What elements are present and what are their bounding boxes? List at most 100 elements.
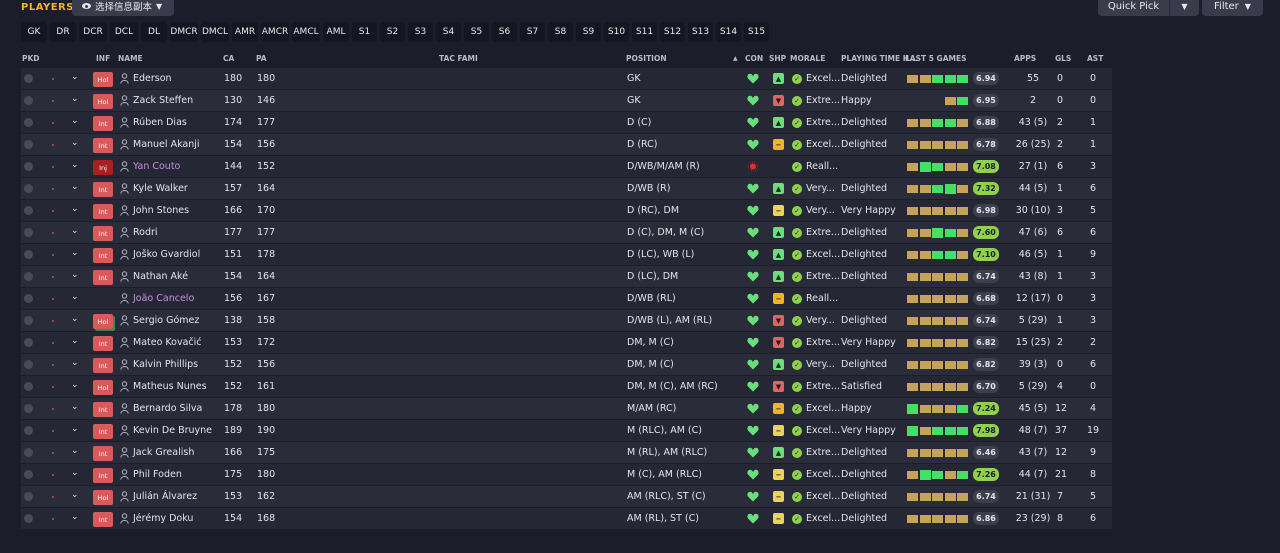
table-row[interactable]: ⌄ Int Bernardo Silva 178 180 M/AM (RC) − ✓ Excel… [21, 398, 1112, 420]
position-button-dcl[interactable]: DCL [110, 22, 138, 42]
player-name[interactable]: Kalvin Phillips [133, 359, 198, 370]
position-button-amr[interactable]: AMR [232, 22, 258, 42]
position-button-s4[interactable]: S4 [436, 22, 461, 42]
table-row[interactable]: ⌄ Hol Zack Steffen 130 146 GK ▼ ✓ Extre... Happy 6… [21, 90, 1112, 112]
col-ast[interactable]: AST [1087, 54, 1103, 63]
pick-checkbox[interactable] [24, 206, 33, 215]
table-row[interactable]: ⌄ Int Kalvin Phillips 152 156 DM, M (C) ▲ ✓ Very… [21, 354, 1112, 376]
position-button-s14[interactable]: S14 [716, 22, 741, 42]
col-apps[interactable]: APPS [1014, 54, 1036, 63]
pick-checkbox[interactable] [24, 404, 33, 413]
pick-checkbox[interactable] [24, 448, 33, 457]
pick-checkbox[interactable] [24, 96, 33, 105]
chevron-down-icon[interactable]: ⌄ [71, 248, 79, 258]
table-row[interactable]: ⌄ Int Rúben Dias 174 177 D (C) ▲ ✓ Extre... Delig… [21, 112, 1112, 134]
chevron-down-icon[interactable]: ⌄ [71, 292, 79, 302]
pick-checkbox[interactable] [24, 470, 33, 479]
position-button-s2[interactable]: S2 [380, 22, 405, 42]
table-row[interactable]: ⌄ João Cancelo 156 167 D/WB (RL) − ✓ Reall... 6.… [21, 288, 1112, 310]
player-name[interactable]: João Cancelo [133, 293, 194, 304]
player-name[interactable]: Jack Grealish [133, 447, 194, 458]
position-button-dmcr[interactable]: DMCR [170, 22, 198, 42]
position-button-s3[interactable]: S3 [408, 22, 433, 42]
chevron-down-icon[interactable]: ⌄ [71, 490, 79, 500]
chevron-down-icon[interactable]: ⌄ [71, 116, 79, 126]
chevron-down-icon[interactable]: ⌄ [71, 314, 79, 324]
col-name[interactable]: NAME [118, 54, 143, 63]
table-row[interactable]: ⌄ Int Nathan Aké 154 164 D (LC), DM ▲ ✓ Extre...… [21, 266, 1112, 288]
player-name[interactable]: Joško Gvardiol [133, 249, 200, 260]
position-button-s8[interactable]: S8 [548, 22, 573, 42]
col-morale[interactable]: MORALE [790, 54, 825, 63]
pick-checkbox[interactable] [24, 360, 33, 369]
position-button-s7[interactable]: S7 [520, 22, 545, 42]
col-gls[interactable]: GLS [1055, 54, 1071, 63]
col-pa[interactable]: PA [256, 54, 267, 63]
chevron-down-icon[interactable]: ⌄ [71, 160, 79, 170]
player-name[interactable]: Jérémy Doku [133, 513, 193, 524]
position-button-dcr[interactable]: DCR [79, 22, 107, 42]
chevron-down-icon[interactable]: ⌄ [71, 380, 79, 390]
chevron-down-icon[interactable]: ⌄ [71, 358, 79, 368]
table-row[interactable]: ⌄ Hol Sergio Gómez 138 158 D/WB (L), AM (RL) ▼… [21, 310, 1112, 332]
pick-checkbox[interactable] [24, 228, 33, 237]
chevron-down-icon[interactable]: ⌄ [71, 270, 79, 280]
player-name[interactable]: John Stones [133, 205, 189, 216]
col-con[interactable]: CON [745, 54, 763, 63]
player-name[interactable]: Mateo Kovačić [133, 337, 202, 348]
col-last5[interactable]: LAST 5 GAMES [905, 54, 967, 63]
player-name[interactable]: Bernardo Silva [133, 403, 202, 414]
player-name[interactable]: Julián Álvarez [133, 491, 197, 502]
chevron-down-icon[interactable]: ⌄ [71, 204, 79, 214]
table-row[interactable]: ⌄ Int Jérémy Doku 154 168 AM (RL), ST (C) − ✓ Ex… [21, 508, 1112, 530]
table-row[interactable]: ⌄ Int Mateo Kovačić 153 172 DM, M (C) ▼ ✓ Extre.… [21, 332, 1112, 354]
player-name[interactable]: Rodri [133, 227, 158, 238]
player-name[interactable]: Yan Couto [133, 161, 180, 172]
pick-checkbox[interactable] [24, 294, 33, 303]
chevron-down-icon[interactable]: ⌄ [71, 182, 79, 192]
pick-checkbox[interactable] [24, 272, 33, 281]
chevron-down-icon[interactable]: ⌄ [71, 72, 79, 82]
chevron-down-icon[interactable]: ⌄ [71, 138, 79, 148]
chevron-down-icon[interactable]: ⌄ [71, 446, 79, 456]
position-button-dr[interactable]: DR [50, 22, 76, 42]
table-row[interactable]: ⌄ Int Kyle Walker 157 164 D/WB (R) ▲ ✓ Very... De… [21, 178, 1112, 200]
col-ca[interactable]: CA [223, 54, 234, 63]
player-name[interactable]: Sergio Gómez [133, 315, 199, 326]
table-row[interactable]: ⌄ Int Kevin De Bruyne 189 190 M (RLC), AM (C)… [21, 420, 1112, 442]
player-name[interactable]: Rúben Dias [133, 117, 187, 128]
chevron-down-icon[interactable]: ▼ [1169, 0, 1199, 16]
player-name[interactable]: Matheus Nunes [133, 381, 207, 392]
player-name[interactable]: Zack Steffen [133, 95, 193, 106]
table-row[interactable]: ⌄ Int Rodri 177 177 D (C), DM, M (C) ▲ ✓ Extre..… [21, 222, 1112, 244]
pick-checkbox[interactable] [24, 162, 33, 171]
position-button-s1[interactable]: S1 [352, 22, 377, 42]
quick-pick-button[interactable]: Quick Pick ▼ [1098, 0, 1199, 16]
pick-checkbox[interactable] [24, 250, 33, 259]
player-name[interactable]: Nathan Aké [133, 271, 188, 282]
chevron-down-icon[interactable]: ⌄ [71, 336, 79, 346]
pick-checkbox[interactable] [24, 492, 33, 501]
pick-checkbox[interactable] [24, 184, 33, 193]
position-button-s5[interactable]: S5 [464, 22, 489, 42]
player-name[interactable]: Manuel Akanji [133, 139, 200, 150]
col-pkd[interactable]: PKD [22, 54, 40, 63]
table-row[interactable]: ⌄ Inj Yan Couto 144 152 D/WB/M/AM (R) ✓ Reall..… [21, 156, 1112, 178]
player-name[interactable]: Ederson [133, 73, 172, 84]
position-button-s10[interactable]: S10 [604, 22, 629, 42]
chevron-down-icon[interactable]: ⌄ [71, 94, 79, 104]
chevron-down-icon[interactable]: ⌄ [71, 468, 79, 478]
position-button-amcr[interactable]: AMCR [261, 22, 289, 42]
position-button-s9[interactable]: S9 [576, 22, 601, 42]
table-row[interactable]: ⌄ Int Joško Gvardiol 151 178 D (LC), WB (L) ▲ ✓… [21, 244, 1112, 266]
chevron-down-icon[interactable]: ⌄ [71, 226, 79, 236]
pick-checkbox[interactable] [24, 338, 33, 347]
position-button-gk[interactable]: GK [21, 22, 47, 42]
position-button-dl[interactable]: DL [141, 22, 167, 42]
chevron-down-icon[interactable]: ⌄ [71, 424, 79, 434]
col-tac-fami[interactable]: TAC FAMI [439, 54, 478, 63]
player-name[interactable]: Kevin De Bruyne [133, 425, 212, 436]
chevron-down-icon[interactable]: ⌄ [71, 512, 79, 522]
view-dropdown[interactable]: 选择信息副本 ▼ [72, 0, 174, 16]
position-button-s11[interactable]: S11 [632, 22, 657, 42]
